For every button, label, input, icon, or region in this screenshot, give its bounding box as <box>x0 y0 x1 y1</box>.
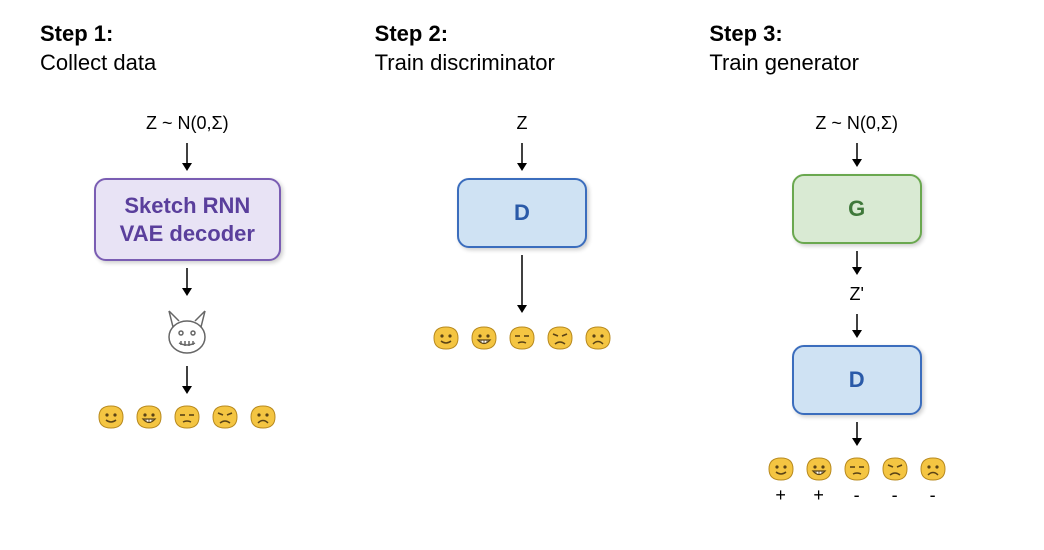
arrow-icon <box>177 268 197 296</box>
symbol-0: + <box>766 485 796 506</box>
frown-face-icon <box>210 403 240 431</box>
discriminator-label: D <box>514 200 530 225</box>
discriminator-box: D <box>457 178 587 248</box>
arrow-icon <box>512 143 532 171</box>
faces-row-2 <box>431 324 613 352</box>
step-2-column: Step 2: Train discriminator Z D <box>375 20 670 506</box>
step-2-header: Step 2: Train discriminator <box>375 20 555 77</box>
cat-sketch-icon <box>159 303 215 359</box>
step-1-column: Step 1: Collect data Z ~ N(0,Σ) Sketch R… <box>40 20 335 506</box>
happy-face-icon <box>96 403 126 431</box>
discriminator-box-3: D <box>792 345 922 415</box>
sketch-rnn-box: Sketch RNN VAE decoder <box>94 178 281 261</box>
sad-face-icon <box>583 324 613 352</box>
faces-row-1 <box>96 403 278 431</box>
neutral-face-icon <box>507 324 537 352</box>
sketch-rnn-label: Sketch RNN VAE decoder <box>120 192 255 247</box>
step-1-header: Step 1: Collect data <box>40 20 156 77</box>
discriminator-label-3: D <box>849 367 865 392</box>
symbols-row: + + - - - <box>709 485 1004 506</box>
step-2-subtitle: Train discriminator <box>375 50 555 75</box>
faces-row-3 <box>766 455 948 483</box>
arrow-icon <box>512 255 532 315</box>
arrow-icon <box>177 366 197 394</box>
generator-label: G <box>848 196 865 221</box>
sad-face-icon <box>248 403 278 431</box>
step-3-column: Step 3: Train generator Z ~ N(0,Σ) G Z' … <box>709 20 1004 506</box>
frown-face-icon <box>880 455 910 483</box>
input-z-1: Z ~ N(0,Σ) <box>146 113 229 134</box>
input-z-3: Z ~ N(0,Σ) <box>815 113 898 134</box>
happy-face-icon <box>431 324 461 352</box>
symbol-2: - <box>842 485 872 506</box>
symbol-1: + <box>804 485 834 506</box>
step-1-subtitle: Collect data <box>40 50 156 75</box>
arrow-icon <box>847 251 867 275</box>
step-1-title: Step 1: <box>40 21 113 46</box>
symbol-3: - <box>880 485 910 506</box>
arrow-icon <box>177 143 197 171</box>
grin-face-icon <box>134 403 164 431</box>
step-3-title: Step 3: <box>709 21 782 46</box>
arrow-icon <box>847 314 867 338</box>
arrow-icon <box>847 143 867 167</box>
grin-face-icon <box>804 455 834 483</box>
symbol-4: - <box>918 485 948 506</box>
grin-face-icon <box>469 324 499 352</box>
step-3-header: Step 3: Train generator <box>709 20 859 77</box>
input-z-2: Z <box>517 113 528 134</box>
step-3-subtitle: Train generator <box>709 50 859 75</box>
neutral-face-icon <box>172 403 202 431</box>
happy-face-icon <box>766 455 796 483</box>
generator-box: G <box>792 174 922 244</box>
frown-face-icon <box>545 324 575 352</box>
step-2-title: Step 2: <box>375 21 448 46</box>
sad-face-icon <box>918 455 948 483</box>
arrow-icon <box>847 422 867 446</box>
z-prime-label: Z' <box>849 284 863 305</box>
neutral-face-icon <box>842 455 872 483</box>
